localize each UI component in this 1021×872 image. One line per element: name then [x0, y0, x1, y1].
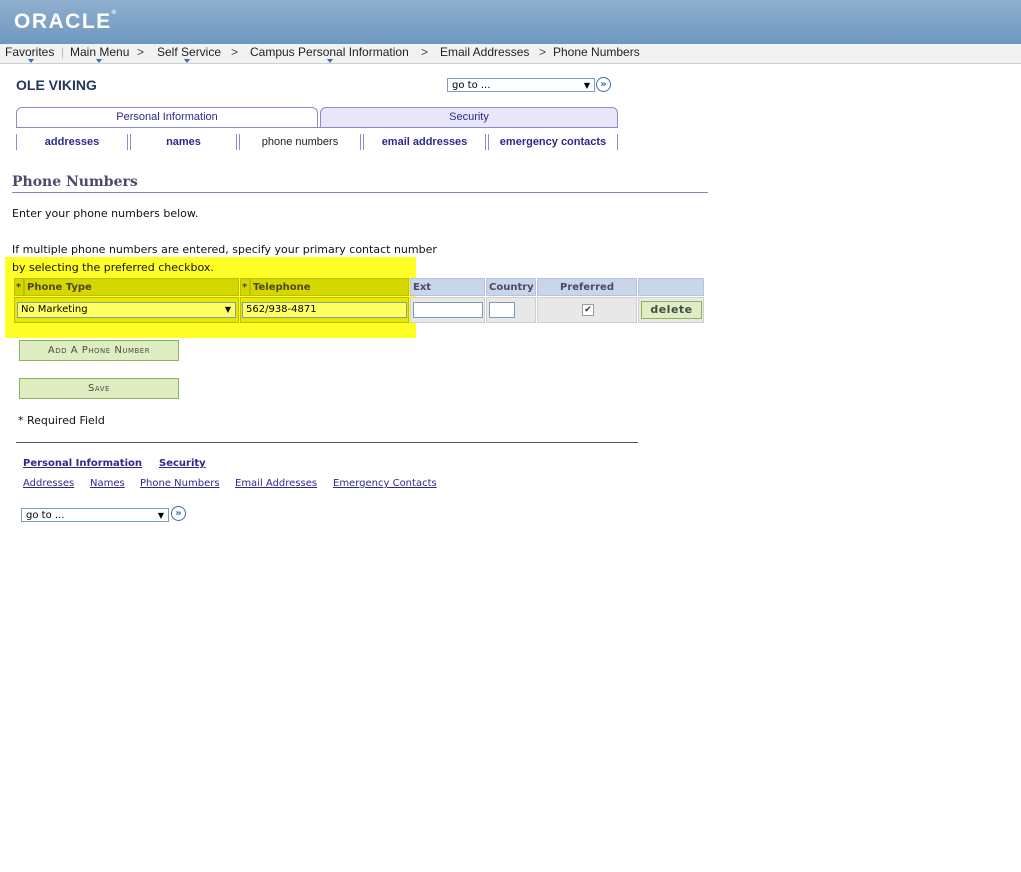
favorites-dropdown-icon	[28, 59, 34, 63]
tab-security[interactable]: Security	[320, 107, 618, 127]
ext-input[interactable]	[413, 302, 483, 318]
goto-select-bottom[interactable]: go to ... ▼	[21, 508, 169, 522]
subtab-names[interactable]: names	[131, 134, 236, 150]
column-header-preferred: Preferred	[537, 278, 637, 296]
subtab-divider	[127, 134, 128, 150]
breadcrumb-separator: >	[421, 45, 429, 59]
column-header-ext: Ext	[410, 278, 485, 296]
nav-main-menu[interactable]: Main Menu	[70, 45, 129, 59]
telephone-input[interactable]: 562/938-4871	[242, 302, 407, 318]
chevron-down-icon: ▼	[157, 511, 164, 520]
nav-email-addresses[interactable]: Email Addresses	[440, 45, 529, 59]
required-field-note: * Required Field	[18, 414, 105, 427]
goto-label: go to ...	[452, 80, 491, 91]
add-phone-number-button[interactable]: Add A Phone Number	[19, 340, 179, 361]
go-button-bottom[interactable]: »	[171, 506, 186, 521]
preferred-checkbox[interactable]: ✔	[582, 304, 594, 316]
column-header-country: Country	[486, 278, 536, 296]
subtab-phone-numbers[interactable]: phone numbers	[240, 134, 360, 150]
footer-link-addresses[interactable]: Addresses	[23, 478, 74, 489]
person-name: OLE VIKING	[16, 77, 97, 93]
column-header-phone-type: Phone Type	[24, 278, 239, 296]
footer-link-personal-information[interactable]: Personal Information	[23, 458, 142, 469]
oracle-logo-text: ORACLE	[14, 10, 112, 33]
required-marker: *	[240, 278, 250, 296]
subtab-divider	[617, 134, 618, 150]
country-input[interactable]	[489, 302, 515, 318]
checkmark-icon: ✔	[584, 305, 592, 315]
go-button-top[interactable]: »	[596, 77, 611, 92]
breadcrumb-separator: >	[539, 45, 547, 59]
tab-underline	[16, 127, 618, 128]
breadcrumb-separator: >	[137, 45, 145, 59]
chevron-down-icon: ▼	[583, 81, 590, 90]
instruction-multiple-text: If multiple phone numbers are entered, s…	[12, 243, 437, 256]
page-title: Phone Numbers	[12, 174, 138, 190]
nav-divider: |	[61, 45, 65, 59]
oracle-header-bar	[0, 0, 1021, 44]
tab-personal-information[interactable]: Personal Information	[16, 107, 318, 127]
breadcrumb: Favorites | Main Menu > Self Service > C…	[0, 44, 1021, 64]
breadcrumb-separator: >	[231, 45, 239, 59]
nav-phone-numbers[interactable]: Phone Numbers	[553, 45, 640, 59]
nav-campus-personal-info[interactable]: Campus Personal Information	[250, 45, 409, 59]
campus-info-dropdown-icon	[327, 59, 333, 63]
footer-link-names[interactable]: Names	[90, 478, 125, 489]
nav-self-service[interactable]: Self Service	[157, 45, 221, 59]
instruction-text: Enter your phone numbers below.	[12, 207, 199, 220]
goto-label: go to ...	[26, 510, 65, 521]
required-marker: *	[14, 278, 24, 296]
subtab-divider	[485, 134, 486, 150]
main-menu-dropdown-icon	[96, 59, 102, 63]
subtab-divider	[236, 134, 237, 150]
footer-link-phone-numbers[interactable]: Phone Numbers	[140, 478, 220, 489]
phone-type-value: No Marketing	[21, 304, 88, 315]
oracle-logo: ORACLE®	[14, 10, 118, 33]
phone-type-select[interactable]: No Marketing ▼	[17, 302, 236, 318]
chevron-down-icon: ▼	[224, 305, 231, 314]
subtab-emergency-contacts[interactable]: emergency contacts	[489, 134, 617, 150]
delete-row-button[interactable]: delete	[641, 301, 702, 319]
instruction-preferred-text: by selecting the preferred checkbox.	[12, 261, 214, 274]
subtab-addresses[interactable]: addresses	[17, 134, 127, 150]
footer-link-email-addresses[interactable]: Email Addresses	[235, 478, 317, 489]
footer-divider	[16, 442, 638, 443]
save-button[interactable]: Save	[19, 378, 179, 399]
goto-select-top[interactable]: go to ... ▼	[447, 78, 595, 92]
title-divider	[12, 192, 708, 193]
column-header-actions	[638, 278, 704, 296]
self-service-dropdown-icon	[184, 59, 190, 63]
column-header-telephone: Telephone	[250, 278, 409, 296]
footer-link-security[interactable]: Security	[159, 458, 206, 469]
nav-favorites[interactable]: Favorites	[5, 45, 54, 59]
footer-link-emergency-contacts[interactable]: Emergency Contacts	[333, 478, 437, 489]
subtab-email-addresses[interactable]: email addresses	[364, 134, 485, 150]
subtab-divider	[360, 134, 361, 150]
